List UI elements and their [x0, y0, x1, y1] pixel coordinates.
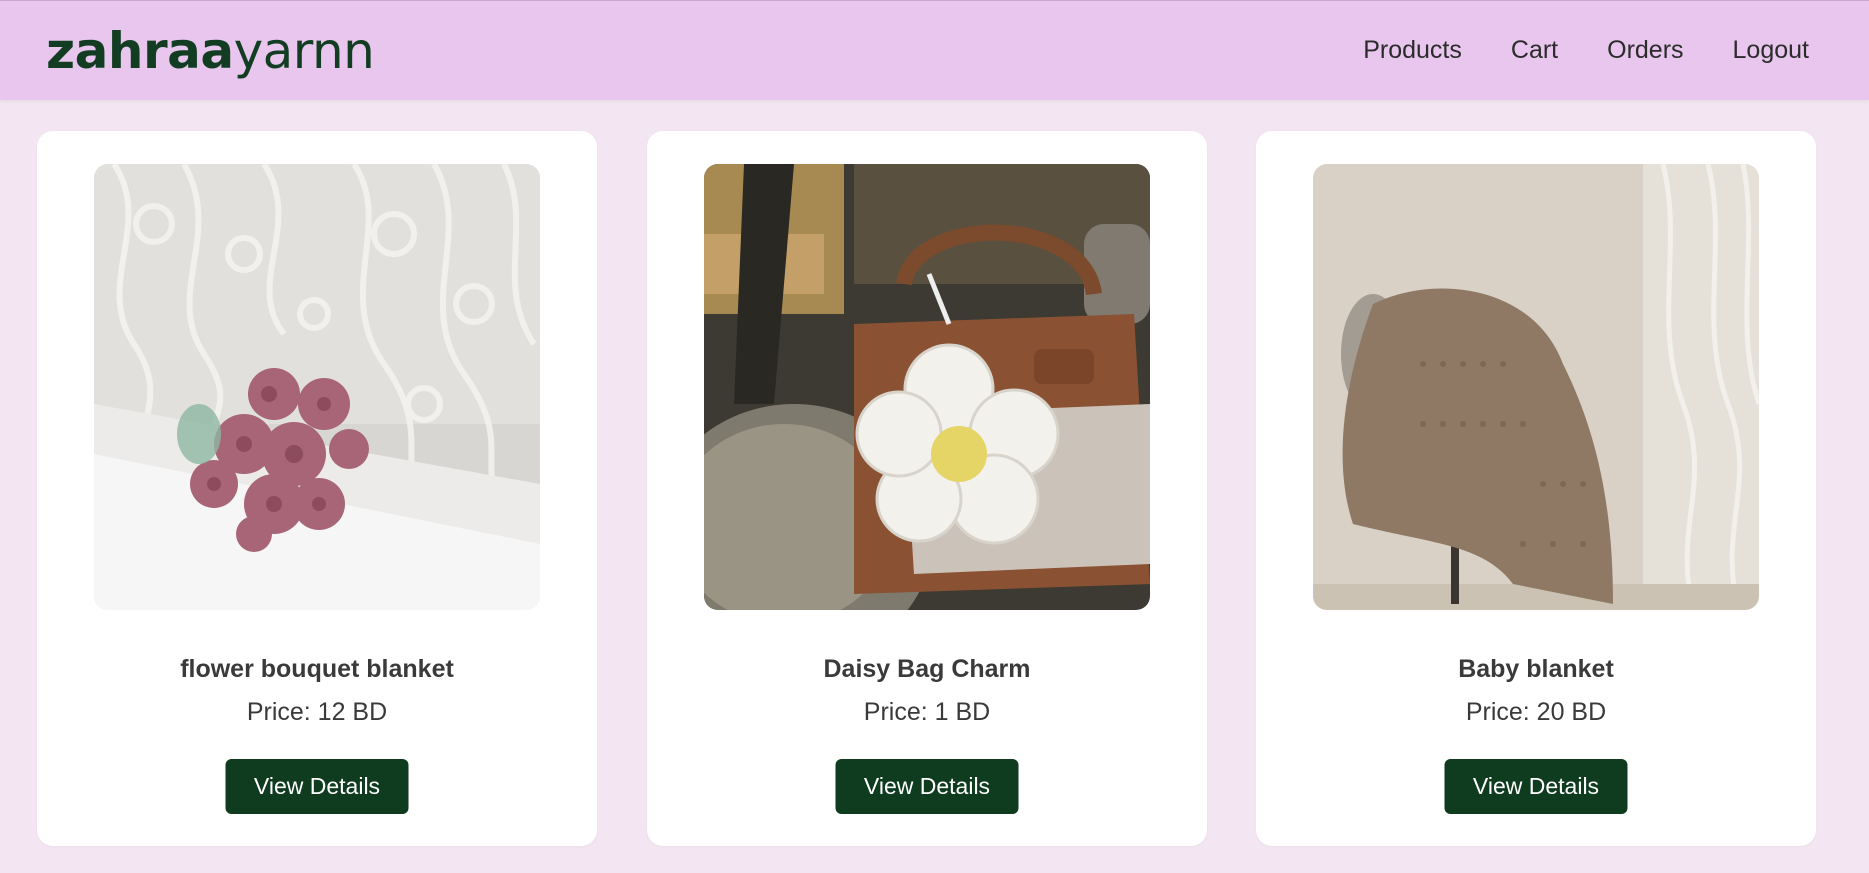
- product-image[interactable]: [704, 164, 1150, 610]
- product-image[interactable]: [94, 164, 540, 610]
- site-logo[interactable]: zahraayarnn: [46, 22, 375, 80]
- product-card: Baby blanket Price: 20 BD View Details: [1256, 131, 1816, 846]
- logo-bold-text: zahraa: [46, 22, 234, 80]
- product-title: Daisy Bag Charm: [823, 655, 1031, 683]
- nav-link-products[interactable]: Products: [1363, 35, 1462, 65]
- view-details-button[interactable]: View Details: [225, 759, 409, 814]
- nav-links: Products Cart Orders Logout: [1363, 35, 1809, 65]
- navbar: zahraayarnn Products Cart Orders Logout: [0, 0, 1869, 100]
- view-details-button[interactable]: View Details: [835, 759, 1019, 814]
- product-image[interactable]: [1313, 164, 1759, 610]
- nav-link-orders[interactable]: Orders: [1607, 35, 1683, 65]
- product-title: Baby blanket: [1458, 655, 1614, 683]
- nav-link-cart[interactable]: Cart: [1511, 35, 1558, 65]
- product-price: Price: 1 BD: [863, 698, 991, 726]
- product-card: flower bouquet blanket Price: 12 BD View…: [37, 131, 597, 846]
- baby-blanket-photo: [1313, 164, 1759, 610]
- product-card: Daisy Bag Charm Price: 1 BD View Details: [647, 131, 1207, 846]
- view-details-button[interactable]: View Details: [1444, 759, 1628, 814]
- product-price: Price: 20 BD: [1465, 698, 1607, 726]
- daisy-bag-charm-photo: [704, 164, 1150, 610]
- product-title: flower bouquet blanket: [180, 655, 454, 683]
- product-price: Price: 12 BD: [246, 698, 388, 726]
- logo-light-text: yarnn: [233, 22, 375, 80]
- crochet-rose-bouquet-photo: [94, 164, 540, 610]
- nav-link-logout[interactable]: Logout: [1733, 35, 1809, 65]
